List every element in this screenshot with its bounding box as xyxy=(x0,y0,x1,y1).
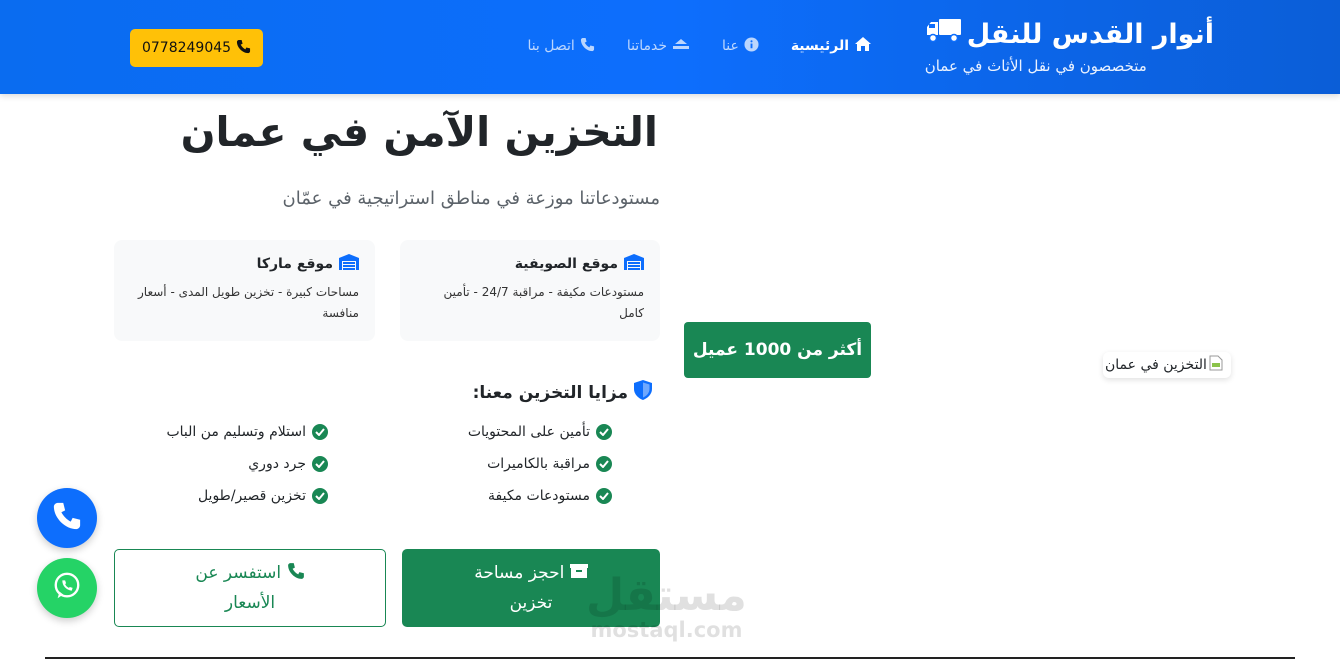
brand-title: أنوار القدس للنقل xyxy=(925,16,1214,54)
brand-subtitle: متخصصون في نقل الأثاث في عمان xyxy=(924,57,1147,75)
nav-about-label: عنا xyxy=(721,38,739,54)
check-circle-icon xyxy=(596,424,612,440)
page-title: التخزين الآمن في عمان xyxy=(180,108,658,156)
feature-item: تخزين قصير/طويل xyxy=(198,488,328,504)
warehouse-icon xyxy=(624,254,644,274)
location-title: موقع ماركا xyxy=(130,254,359,274)
nav-menu: الرئيسية عنا خدماتنا اتصل بنا xyxy=(527,36,872,56)
feature-text: مراقبة بالكاميرات xyxy=(487,456,590,472)
phone-icon xyxy=(236,39,251,58)
inquire-prices-label: استفسر عن الأسعار xyxy=(195,563,282,613)
nav-contact[interactable]: اتصل بنا xyxy=(527,37,594,56)
nav-home[interactable]: الرئيسية xyxy=(791,36,872,56)
storage-image: التخزين في عمان xyxy=(1103,352,1231,378)
check-circle-icon xyxy=(596,456,612,472)
nav-about[interactable]: عنا xyxy=(721,36,759,56)
brand[interactable]: أنوار القدس للنقل متخصصون في نقل الأثاث … xyxy=(925,16,1214,75)
clients-count-badge: أكثر من 1000 عميل xyxy=(684,322,871,378)
phone-icon xyxy=(281,563,304,583)
features-heading-text: مزايا التخزين معنا: xyxy=(472,382,628,403)
feature-text: تخزين قصير/طويل xyxy=(197,488,306,504)
navbar: أنوار القدس للنقل متخصصون في نقل الأثاث … xyxy=(0,0,1340,94)
nav-services-label: خدماتنا xyxy=(626,38,667,54)
location-title: موقع الصويفية xyxy=(416,254,644,274)
truck-loading-icon xyxy=(672,37,690,55)
location-description: مساحات كبيرة - تخزين طويل المدى - أسعار … xyxy=(138,285,359,320)
floating-call-button[interactable] xyxy=(37,488,97,548)
feature-item: مراقبة بالكاميرات xyxy=(487,456,612,472)
inquire-prices-content: استفسر عن الأسعار xyxy=(175,558,325,618)
inquire-prices-button[interactable]: استفسر عن الأسعار xyxy=(114,549,386,627)
location-title-text: موقع ماركا xyxy=(256,256,333,272)
nav-contact-label: اتصل بنا xyxy=(527,38,575,54)
truck-icon xyxy=(925,16,963,54)
location-card-marka: موقع ماركا مساحات كبيرة - تخزين طويل الم… xyxy=(114,240,375,341)
whatsapp-icon xyxy=(52,571,82,605)
phone-icon xyxy=(52,501,82,535)
shield-icon xyxy=(634,380,652,405)
location-card-sweifieh: موقع الصويفية مستودعات مكيفة - مراقبة 24… xyxy=(400,240,660,341)
location-description: مستودعات مكيفة - مراقبة 24/7 - تأمين كام… xyxy=(443,285,644,320)
box-icon xyxy=(564,563,588,583)
check-circle-icon xyxy=(596,488,612,504)
check-circle-icon xyxy=(312,456,328,472)
page-subtitle: مستودعاتنا موزعة في مناطق استراتيجية في … xyxy=(282,188,661,209)
feature-item: استلام وتسليم من الباب xyxy=(166,424,328,440)
features-heading: مزايا التخزين معنا: xyxy=(473,380,652,405)
location-title-text: موقع الصويفية xyxy=(514,256,618,272)
feature-item: تأمين على المحتويات xyxy=(468,424,612,440)
book-storage-content: احجز مساحة تخزين xyxy=(456,558,606,618)
image-alt-text: التخزين في عمان xyxy=(1105,357,1207,373)
info-icon xyxy=(744,36,759,56)
nav-home-label: الرئيسية xyxy=(790,38,849,54)
phone-number: 0778249045 xyxy=(141,40,232,56)
floating-whatsapp-button[interactable] xyxy=(37,558,97,618)
feature-item: مستودعات مكيفة xyxy=(488,488,612,504)
feature-text: جرد دوري xyxy=(248,456,306,472)
check-circle-icon xyxy=(312,424,328,440)
phone-icon xyxy=(580,37,595,56)
feature-text: استلام وتسليم من الباب xyxy=(166,424,306,440)
feature-text: مستودعات مكيفة xyxy=(488,488,590,504)
book-storage-label: احجز مساحة تخزين xyxy=(474,563,565,613)
warehouse-icon xyxy=(339,254,359,274)
feature-text: تأمين على المحتويات xyxy=(467,424,590,440)
home-icon xyxy=(854,36,872,56)
call-phone-button[interactable]: 0778249045 xyxy=(130,29,263,67)
broken-image-icon xyxy=(1209,355,1223,375)
nav-services[interactable]: خدماتنا xyxy=(627,37,690,55)
feature-item: جرد دوري xyxy=(248,456,328,472)
book-storage-button[interactable]: احجز مساحة تخزين xyxy=(402,549,660,627)
check-circle-icon xyxy=(312,488,328,504)
brand-name: أنوار القدس للنقل xyxy=(966,19,1214,50)
